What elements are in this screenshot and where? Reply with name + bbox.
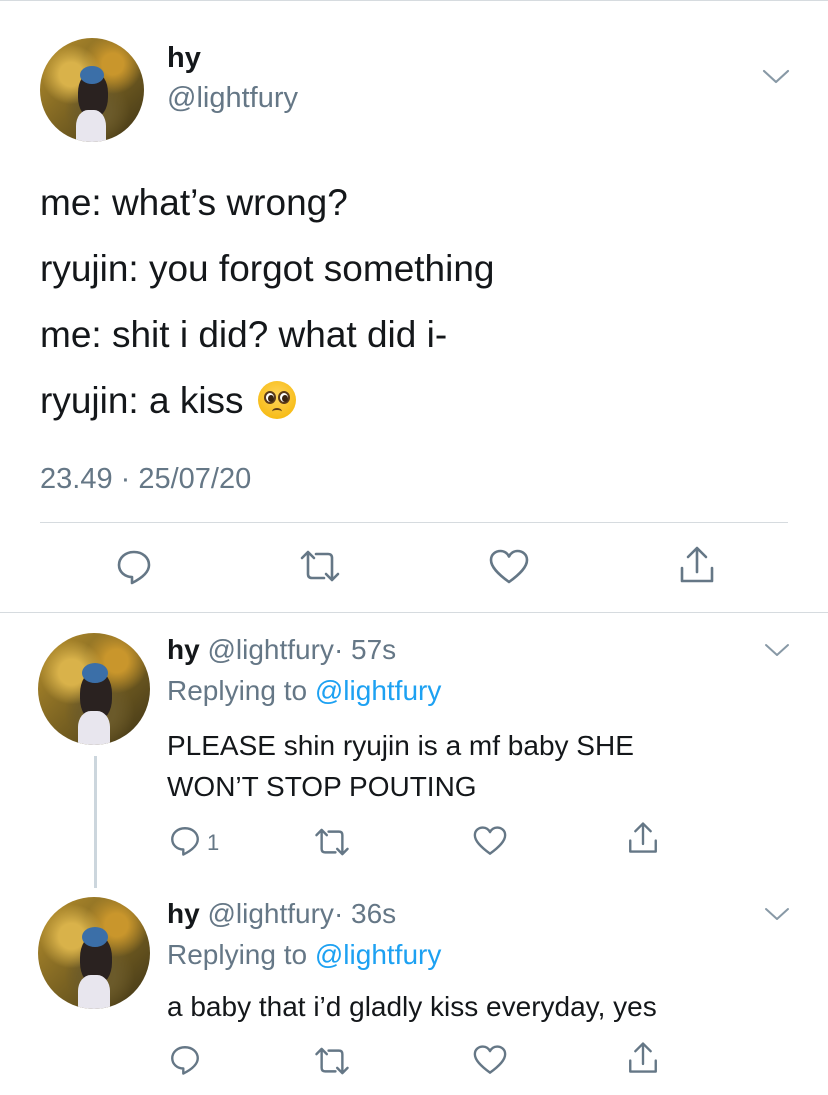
avatar[interactable] [38, 633, 150, 745]
retweet-icon[interactable] [313, 1045, 351, 1077]
avatar[interactable] [40, 38, 144, 142]
reply-icon[interactable] [168, 824, 202, 858]
tweet-line: ryujin: a kiss [40, 380, 244, 421]
reply-header: hy @lightfury· 36s [167, 898, 396, 930]
user-handle[interactable]: @lightfury [207, 898, 333, 929]
reply-time[interactable]: · 57s [334, 634, 396, 665]
top-divider [0, 0, 828, 1]
avatar[interactable] [38, 897, 150, 1009]
mention-link[interactable]: @lightfury [315, 675, 441, 706]
display-name[interactable]: hy [167, 634, 200, 665]
pleading-face-emoji [257, 381, 296, 419]
replying-to: Replying to @lightfury [167, 939, 441, 971]
tweet-line: me: what’s wrong? [40, 182, 348, 223]
reply-header: hy @lightfury· 57s [167, 634, 396, 666]
like-icon[interactable] [472, 825, 508, 857]
tweet-line: ryujin: you forgot something [40, 248, 495, 289]
chevron-down-icon[interactable] [762, 68, 790, 91]
reply-text: PLEASE shin ryujin is a mf baby SHE WON’… [167, 725, 634, 807]
reply-icon[interactable] [114, 547, 154, 587]
reply-text: a baby that i’d gladly kiss everyday, ye… [167, 986, 657, 1027]
user-handle[interactable]: @lightfury [167, 82, 298, 115]
thread-connector [94, 756, 97, 888]
retweet-icon[interactable] [298, 548, 342, 584]
replying-to-label: Replying to [167, 939, 308, 970]
reply-text-line: WON’T STOP POUTING [167, 771, 477, 802]
replying-to: Replying to @lightfury [167, 675, 441, 707]
reply-time[interactable]: · 36s [334, 898, 396, 929]
chevron-down-icon[interactable] [764, 642, 790, 663]
reply-icon[interactable] [168, 1043, 202, 1077]
reply-count: 1 [207, 830, 220, 855]
share-icon[interactable] [626, 1040, 660, 1076]
user-handle[interactable]: @lightfury [207, 634, 333, 665]
tweet-timestamp[interactable]: 23.49 · 25/07/20 [40, 463, 251, 496]
share-icon[interactable] [626, 820, 660, 856]
replying-to-label: Replying to [167, 675, 308, 706]
like-icon[interactable] [472, 1044, 508, 1076]
like-icon[interactable] [488, 548, 530, 586]
display-name[interactable]: hy [167, 42, 201, 75]
tweet-text: me: what’s wrong? ryujin: you forgot som… [40, 170, 495, 434]
retweet-icon[interactable] [313, 826, 351, 858]
display-name[interactable]: hy [167, 898, 200, 929]
share-icon[interactable] [677, 544, 717, 586]
reply-text-line: a baby that i’d gladly kiss everyday, ye… [167, 991, 657, 1022]
tweet-line: me: shit i did? what did i- [40, 314, 448, 355]
mention-link[interactable]: @lightfury [315, 939, 441, 970]
tweet-line-with-emoji: ryujin: a kiss [40, 368, 495, 434]
reply-text-line: PLEASE shin ryujin is a mf baby SHE [167, 730, 634, 761]
divider [0, 612, 828, 613]
chevron-down-icon[interactable] [764, 906, 790, 927]
divider [40, 522, 788, 523]
